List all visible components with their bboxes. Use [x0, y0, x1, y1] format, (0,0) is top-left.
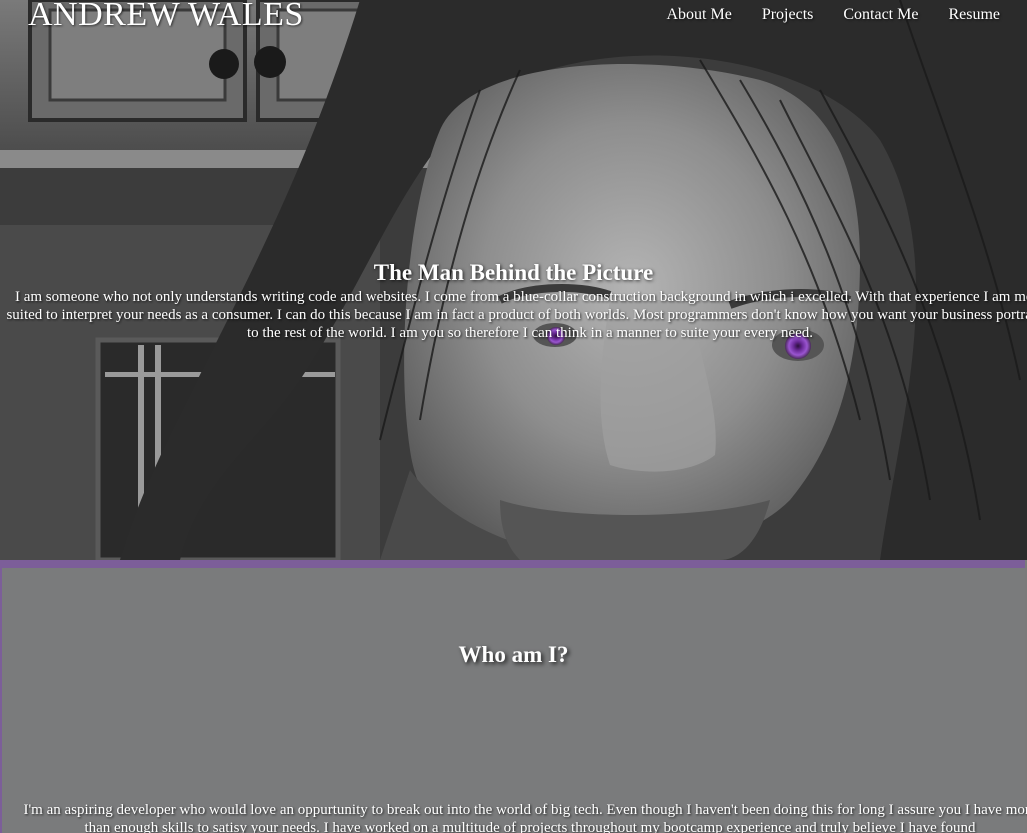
portfolio-page: ANDREW WALES About Me Projects Contact M…: [0, 0, 1027, 833]
about-description: I'm an aspiring developer who would love…: [23, 802, 1027, 833]
hero-heading: The Man Behind the Picture: [373, 260, 654, 285]
nav-link-contact-me[interactable]: Contact Me: [828, 6, 933, 24]
about-heading: Who am I?: [458, 642, 569, 667]
nav-link-about-me[interactable]: About Me: [651, 6, 746, 24]
about-section: Who am I? I'm an aspiring developer who …: [0, 560, 1027, 833]
hero-description: I am someone who not only understands wr…: [6, 289, 1027, 341]
main-nav: About Me Projects Contact Me Resume: [651, 6, 1015, 24]
site-title[interactable]: ANDREW WALES: [28, 0, 304, 34]
hero-section: ANDREW WALES About Me Projects Contact M…: [0, 0, 1027, 560]
nav-link-projects[interactable]: Projects: [747, 6, 829, 24]
nav-link-resume[interactable]: Resume: [933, 6, 1015, 24]
